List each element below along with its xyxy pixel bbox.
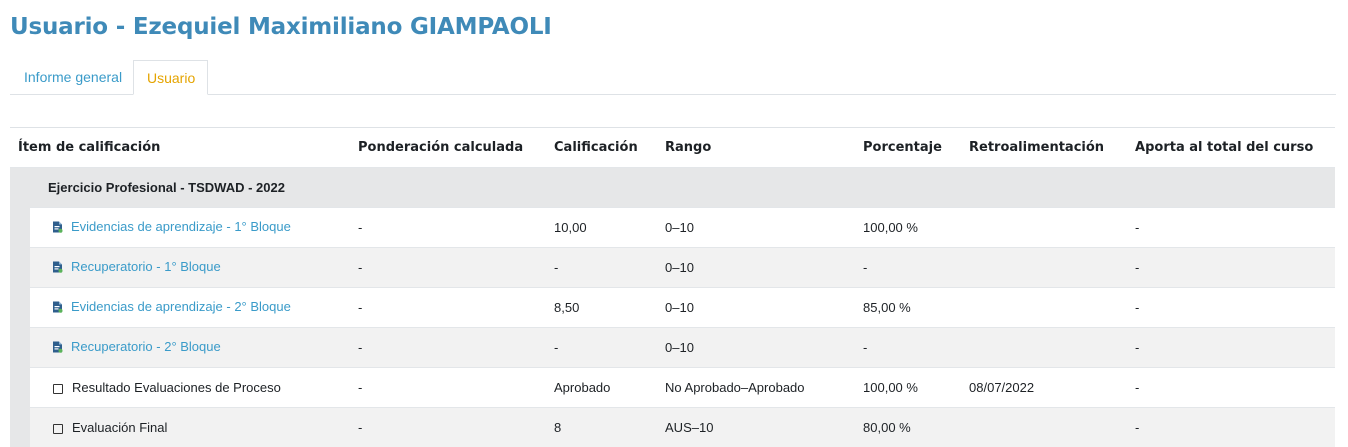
assignment-icon — [52, 221, 63, 236]
cell-percent: 100,00 % — [855, 368, 961, 408]
category-indent — [10, 328, 30, 368]
cell-range: No Aprobado–Aprobado — [657, 368, 855, 408]
grade-item-cell: Evidencias de aprendizaje - 1° Bloque — [30, 208, 350, 248]
category-indent — [10, 288, 30, 328]
cell-feedback — [961, 328, 1127, 368]
category-indent — [10, 248, 30, 288]
cell-percent: - — [855, 248, 961, 288]
cell-contrib: - — [1127, 368, 1335, 408]
cell-feedback — [961, 288, 1127, 328]
cell-feedback — [961, 408, 1127, 447]
assignment-icon — [52, 301, 63, 316]
cell-weight: - — [350, 248, 546, 288]
category-row: Ejercicio Profesional - TSDWAD - 2022 — [10, 168, 1335, 208]
header-range: Rango — [657, 128, 855, 168]
table-row: Resultado Evaluaciones de Proceso-Aproba… — [10, 368, 1335, 408]
grade-item-cell: Evaluación Final — [30, 408, 350, 447]
cell-range: 0–10 — [657, 328, 855, 368]
cell-range: AUS–10 — [657, 408, 855, 447]
cell-percent: 100,00 % — [855, 208, 961, 248]
table-header-row: Ítem de calificación Ponderación calcula… — [10, 128, 1335, 168]
cell-contrib: - — [1127, 288, 1335, 328]
cell-grade: Aprobado — [546, 368, 657, 408]
category-indent — [10, 208, 30, 248]
tab-bar: Informe general Usuario — [10, 60, 1336, 95]
page-title: Usuario - Ezequiel Maximiliano GIAMPAOLI — [10, 14, 552, 40]
tab-usuario[interactable]: Usuario — [133, 60, 208, 95]
cell-contrib: - — [1127, 408, 1335, 447]
grade-item-link[interactable]: Evidencias de aprendizaje - 2° Bloque — [71, 299, 291, 314]
cell-grade: - — [546, 328, 657, 368]
cell-contrib: - — [1127, 328, 1335, 368]
grade-item-cell: Resultado Evaluaciones de Proceso — [30, 368, 350, 408]
cell-weight: - — [350, 288, 546, 328]
cell-percent: 80,00 % — [855, 408, 961, 447]
grade-item-label: Evaluación Final — [72, 420, 167, 435]
cell-grade: 10,00 — [546, 208, 657, 248]
cell-feedback: 08/07/2022 — [961, 368, 1127, 408]
grade-item-link[interactable]: Recuperatorio - 1° Bloque — [71, 259, 221, 274]
cell-weight: - — [350, 328, 546, 368]
category-indent — [10, 368, 30, 408]
header-percent: Porcentaje — [855, 128, 961, 168]
cell-weight: - — [350, 408, 546, 447]
cell-contrib: - — [1127, 208, 1335, 248]
cell-grade: 8 — [546, 408, 657, 447]
cell-weight: - — [350, 368, 546, 408]
grade-item-link[interactable]: Recuperatorio - 2° Bloque — [71, 339, 221, 354]
table-row: Evidencias de aprendizaje - 1° Bloque-10… — [10, 208, 1335, 248]
cell-range: 0–10 — [657, 208, 855, 248]
cell-range: 0–10 — [657, 288, 855, 328]
manual-item-icon — [53, 424, 63, 434]
table-row: Recuperatorio - 1° Bloque--0–10-- — [10, 248, 1335, 288]
cell-feedback — [961, 248, 1127, 288]
grades-table: Ítem de calificación Ponderación calcula… — [10, 127, 1335, 447]
cell-grade: - — [546, 248, 657, 288]
header-item: Ítem de calificación — [10, 128, 350, 168]
grade-item-link[interactable]: Evidencias de aprendizaje - 1° Bloque — [71, 219, 291, 234]
table-row: Evidencias de aprendizaje - 2° Bloque-8,… — [10, 288, 1335, 328]
table-row: Evaluación Final-8AUS–1080,00 %- — [10, 408, 1335, 447]
tab-informe-general[interactable]: Informe general — [11, 60, 135, 94]
grade-item-cell: Recuperatorio - 2° Bloque — [30, 328, 350, 368]
cell-feedback — [961, 208, 1127, 248]
header-contrib: Aporta al total del curso — [1127, 128, 1335, 168]
table-row: Recuperatorio - 2° Bloque--0–10-- — [10, 328, 1335, 368]
grade-item-label: Resultado Evaluaciones de Proceso — [72, 380, 281, 395]
header-feedback: Retroalimentación — [961, 128, 1127, 168]
category-indent — [10, 408, 30, 447]
cell-grade: 8,50 — [546, 288, 657, 328]
manual-item-icon — [53, 384, 63, 394]
header-grade: Calificación — [546, 128, 657, 168]
cell-contrib: - — [1127, 248, 1335, 288]
cell-percent: - — [855, 328, 961, 368]
header-weight: Ponderación calculada — [350, 128, 546, 168]
cell-weight: - — [350, 208, 546, 248]
grade-item-cell: Evidencias de aprendizaje - 2° Bloque — [30, 288, 350, 328]
category-name: Ejercicio Profesional - TSDWAD - 2022 — [10, 168, 1335, 208]
assignment-icon — [52, 261, 63, 276]
assignment-icon — [52, 341, 63, 356]
cell-range: 0–10 — [657, 248, 855, 288]
grade-item-cell: Recuperatorio - 1° Bloque — [30, 248, 350, 288]
cell-percent: 85,00 % — [855, 288, 961, 328]
